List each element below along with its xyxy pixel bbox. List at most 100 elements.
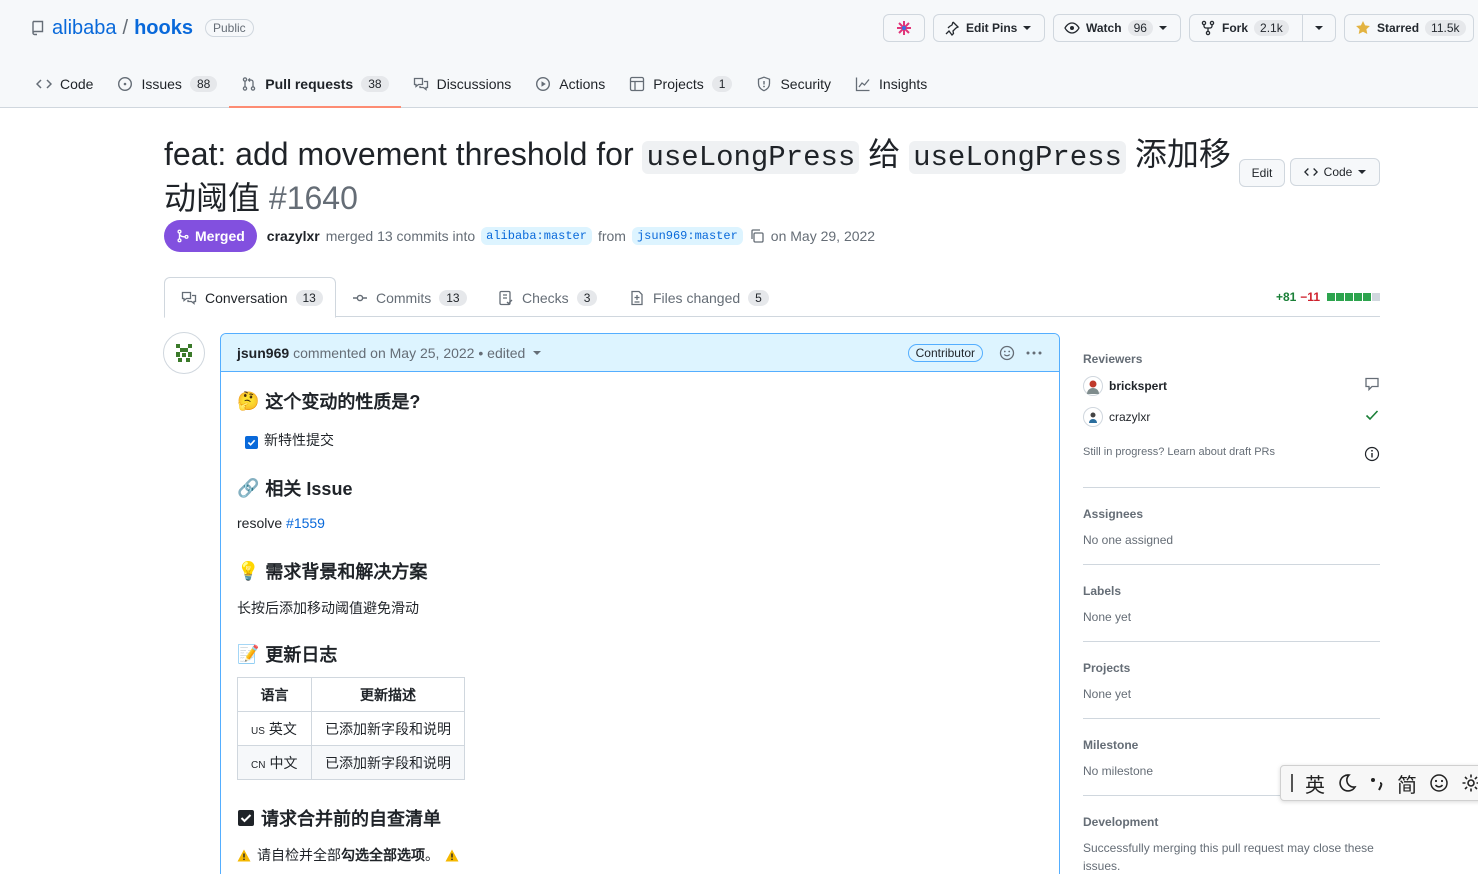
section-issue-heading: 🔗 相关 Issue [237,475,352,501]
kebab-horizontal-icon[interactable] [1025,345,1043,361]
nav-issues[interactable]: Issues 88 [105,66,229,102]
sidebar-labels-value: None yet [1083,610,1132,624]
section-nature-title: 这个变动的性质是? [265,392,421,412]
watch-button[interactable]: Watch 96 [1053,14,1181,42]
diff-block-added [1336,293,1344,301]
starred-button[interactable]: Starred 11.5k [1344,14,1474,42]
issue-icon [117,76,133,92]
nav-projects-label: Projects [653,76,704,92]
sidebar-labels: Labels None yet [1083,584,1380,626]
sidebar-projects-title[interactable]: Projects [1083,661,1380,675]
sparkle-icon [896,20,912,36]
table-header-cell: 更新描述 [311,677,465,712]
info-icon[interactable] [1364,446,1380,462]
issue-link[interactable]: #1559 [286,515,325,531]
fork-dropdown-button[interactable] [1302,14,1336,42]
watch-count: 96 [1127,20,1153,36]
sidebar-reviewers-title[interactable]: Reviewers [1083,352,1380,366]
tab-checks-label: Checks [522,289,569,306]
section-checklist-heading: 请求合并前的自查清单 [237,805,441,831]
smiley-icon[interactable] [999,345,1015,361]
nav-security[interactable]: Security [744,66,843,102]
nav-insights[interactable]: Insights [843,66,939,102]
ime-drag-handle[interactable] [1291,774,1293,792]
sparkle-app-button[interactable] [883,14,925,42]
checkbox-checked[interactable] [245,436,258,449]
copy-icon[interactable] [749,228,765,244]
background-text: 长按后添加移动阈值避免滑动 [237,600,419,616]
diff-block-added [1363,293,1371,301]
merger-link[interactable]: crazylxr [267,228,320,244]
section-changelog-heading: 📝 更新日志 [237,641,337,667]
nav-projects[interactable]: Projects 1 [617,66,744,102]
tab-files-changed-label: Files changed [653,289,741,306]
tab-checks[interactable]: Checks 3 [482,277,613,318]
repo-title: alibaba / hooks Public [30,15,254,41]
pr-description-comment: jsun969 commented on May 25, 2022 • edit… [220,333,1060,874]
pr-meta: Merged crazylxr merged 13 commits into a… [164,220,875,252]
smiley-icon[interactable] [1429,773,1449,793]
comment-author-link[interactable]: jsun969 [237,345,289,361]
avatar[interactable] [163,332,205,374]
base-branch[interactable]: alibaba:master [481,227,592,245]
ime-mode-toggle[interactable]: 简 [1397,769,1417,798]
nav-code[interactable]: Code [24,66,105,102]
fork-button[interactable]: Fork 2.1k [1189,14,1303,42]
reviewer-name[interactable]: brickspert [1109,379,1167,393]
task-item-label: 新特性提交 [264,432,334,448]
cell-lang: 中文 [269,754,298,771]
edit-pins-button[interactable]: Edit Pins [933,14,1045,42]
nav-actions-label: Actions [559,76,606,92]
avatar[interactable] [1083,376,1103,396]
tab-conversation[interactable]: Conversation 13 [164,277,336,318]
sidebar-assignees-title[interactable]: Assignees [1083,507,1380,521]
sidebar-milestone-title[interactable]: Milestone [1083,738,1380,752]
nav-pull-requests-label: Pull requests [265,76,354,92]
table-row: US 英文 已添加新字段和说明 [237,711,465,746]
code-icon [36,76,52,92]
table-cell: US 英文 [237,711,312,746]
edit-title-button[interactable]: Edit [1239,159,1285,187]
chevron-down-icon[interactable] [533,350,542,355]
diff-additions: +81 [1275,290,1297,304]
moon-icon[interactable] [1337,773,1357,793]
nav-pull-requests[interactable]: Pull requests 38 [229,66,401,108]
comment-meta[interactable]: commented on May 25, 2022 • edited [293,345,525,361]
repo-owner-link[interactable]: alibaba [52,17,117,40]
comment-discussion-icon [181,290,197,306]
issue-reference: resolve #1559 [237,515,325,531]
fork-icon [1200,20,1216,36]
ime-toolbar: 英 简 [1280,765,1478,801]
check-box-icon [237,809,255,827]
comment-icon [1364,376,1380,392]
reviewer-name[interactable]: crazylxr [1109,410,1150,424]
ime-language-toggle[interactable]: 英 [1305,769,1325,798]
from-text: from [597,228,626,244]
repo-name-link[interactable]: hooks [134,17,193,40]
tab-files-changed-count: 5 [748,289,769,306]
nav-security-label: Security [780,76,832,92]
tab-files-changed[interactable]: Files changed 5 [613,277,785,318]
nav-discussions[interactable]: Discussions [401,66,524,102]
nav-actions[interactable]: Actions [523,66,617,102]
nav-issues-count: 88 [189,76,218,92]
sidebar-development-title[interactable]: Development [1083,815,1380,829]
draft-pr-hint[interactable]: Still in progress? Learn about draft PRs [1083,446,1380,462]
reviewer-row: brickspert [1083,376,1380,396]
pull-request-icon [241,76,257,92]
avatar[interactable] [1083,407,1103,427]
issue-prefix: resolve [237,515,283,531]
punctuation-icon[interactable] [1369,773,1385,793]
head-branch[interactable]: jsun969:master [631,227,743,245]
memo-icon: 📝 [237,643,260,664]
tab-commits[interactable]: Commits 13 [336,277,483,318]
shield-icon [756,76,772,92]
tab-commits-count: 13 [439,289,467,306]
check-icon [1364,407,1380,423]
warning-text: 请自检并全部 [257,847,341,863]
gear-icon[interactable] [1461,773,1478,793]
code-dropdown-button[interactable]: Code [1290,158,1380,186]
sidebar-development-value: Successfully merging this pull request m… [1083,841,1374,873]
diff-bar [1326,293,1380,301]
sidebar-labels-title[interactable]: Labels [1083,584,1380,598]
